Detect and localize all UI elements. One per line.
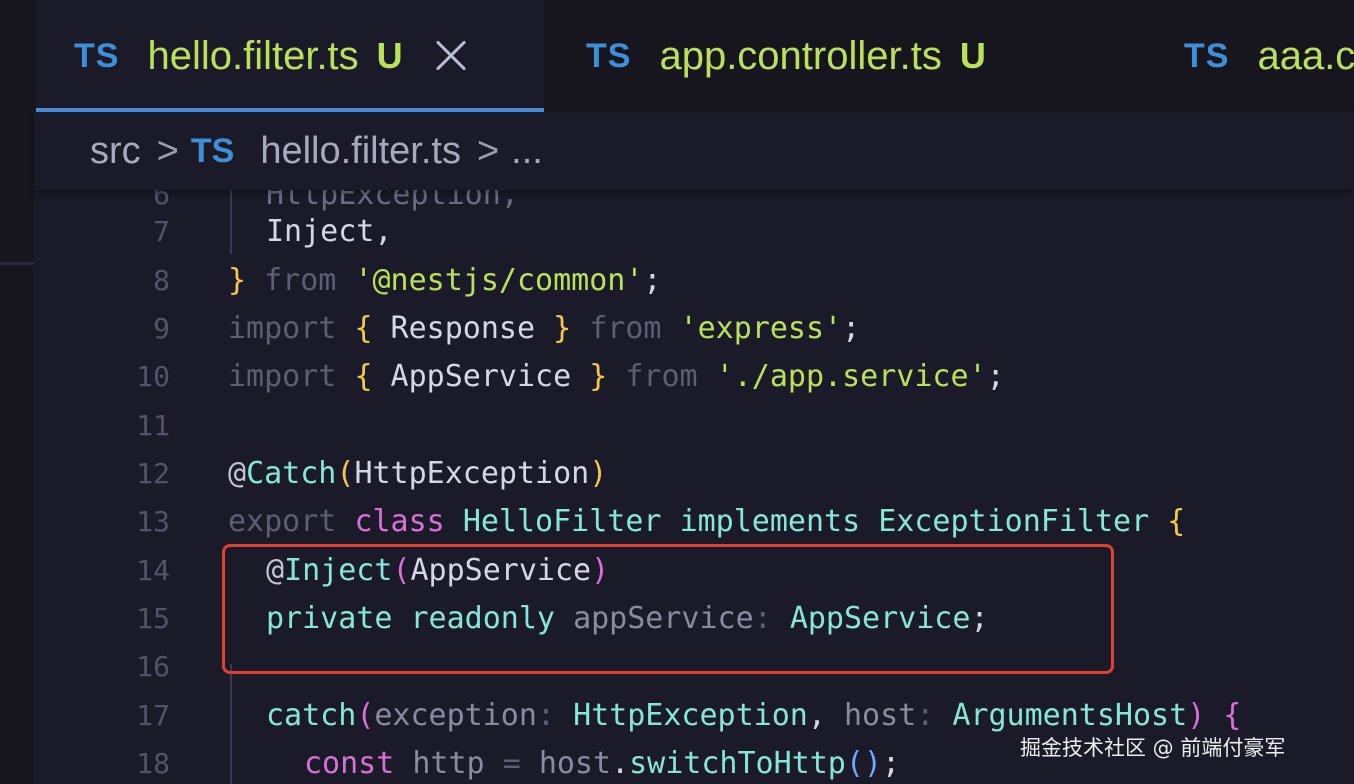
breadcrumb-file[interactable]: hello.filter.ts — [260, 130, 461, 173]
line-number: 8 — [153, 263, 170, 297]
tab-app-controller[interactable]: TS app.controller.ts U — [586, 0, 986, 112]
typescript-icon: TS — [190, 131, 235, 170]
activity-rail — [0, 0, 34, 784]
line-number: 17 — [136, 698, 170, 732]
tab-aaa[interactable]: TS aaa.c — [1184, 0, 1354, 112]
chevron-right-icon: > — [156, 129, 179, 172]
tab-label: aaa.c — [1257, 33, 1354, 78]
line-number: 11 — [136, 408, 170, 442]
line-number: 15 — [136, 601, 170, 635]
breadcrumb-folder[interactable]: src — [90, 130, 141, 173]
line-text: catch(exception: HttpException, host: Ar… — [266, 697, 1242, 733]
line-number: 6 — [153, 190, 170, 211]
line-number: 7 — [153, 214, 170, 248]
line-number: 12 — [136, 456, 170, 490]
line-text: import { Response } from 'express'; — [228, 310, 861, 346]
code-editor[interactable]: 6 HttpException, 7 Inject, 8 } from '@ne… — [34, 190, 1354, 784]
tab-label: hello.filter.ts — [147, 33, 359, 78]
tab-label: app.controller.ts — [659, 33, 942, 78]
typescript-icon: TS — [1184, 36, 1230, 75]
chevron-right-icon: > — [476, 129, 500, 172]
tab-hello-filter[interactable]: TS hello.filter.ts U — [36, 0, 544, 112]
breadcrumb-more[interactable]: ... — [511, 130, 543, 173]
breadcrumb: src > TS hello.filter.ts > ... — [34, 112, 1354, 190]
indent-guide — [230, 664, 232, 784]
line-number: 10 — [136, 359, 170, 393]
untracked-badge: U — [376, 35, 403, 76]
tab-bar: TS hello.filter.ts U TS app.controller.t… — [0, 0, 1354, 112]
typescript-icon: TS — [74, 36, 120, 75]
watermark: 掘金技术社区 @ 前端付豪军 — [1020, 736, 1286, 760]
line-text: const http = host.switchToHttp(); — [304, 745, 901, 781]
line-text: export class HelloFilter implements Exce… — [228, 503, 1186, 539]
line-number: 13 — [136, 504, 170, 538]
line-number: 9 — [153, 311, 170, 345]
untracked-badge: U — [959, 35, 986, 76]
indent-guide — [230, 190, 232, 254]
line-text: HttpException, — [266, 190, 519, 212]
rail-divider — [0, 262, 34, 265]
typescript-icon: TS — [586, 36, 632, 75]
line-number: 18 — [136, 746, 170, 780]
close-icon[interactable] — [433, 38, 469, 74]
line-text: Inject, — [266, 213, 393, 249]
line-text: @Catch(HttpException) — [228, 455, 608, 491]
line-text: } from '@nestjs/common'; — [228, 262, 662, 298]
highlight-box — [222, 544, 1114, 674]
line-number: 16 — [136, 649, 170, 683]
line-number: 14 — [136, 553, 170, 587]
line-text: import { AppService } from './app.servic… — [228, 358, 1005, 394]
